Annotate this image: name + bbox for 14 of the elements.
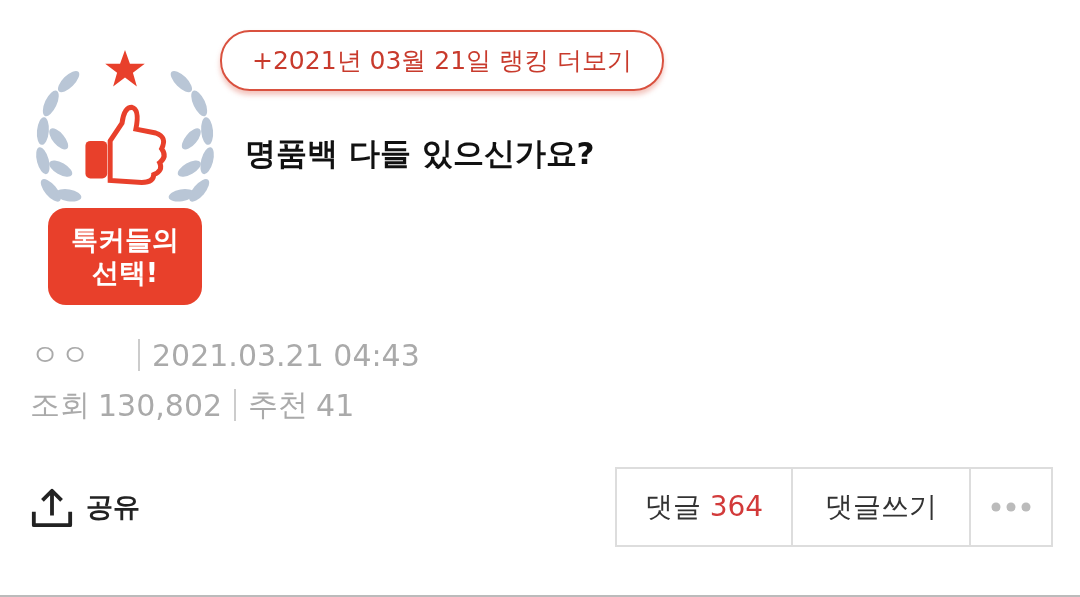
- author-name: ㅇㅇ: [30, 335, 90, 374]
- views-count: 130,802: [98, 387, 223, 423]
- more-button[interactable]: [971, 467, 1053, 547]
- share-button[interactable]: 공유: [30, 485, 140, 529]
- comments-button[interactable]: 댓글 364: [615, 467, 793, 547]
- post-title: 명품백 다들 있으신가요?: [245, 134, 596, 173]
- more-icon: [991, 502, 1031, 512]
- ranking-link[interactable]: +2021년 03월 21일 랭킹 더보기: [220, 30, 664, 91]
- views-label: 조회: [30, 385, 90, 424]
- recommend-count: 41: [316, 387, 355, 423]
- write-comment-button[interactable]: 댓글쓰기: [793, 467, 971, 547]
- badge-label: 톡커들의 선택!: [48, 208, 202, 305]
- post-date: 2021.03.21 04:43: [152, 337, 420, 373]
- recommend-label: 추천: [248, 385, 309, 424]
